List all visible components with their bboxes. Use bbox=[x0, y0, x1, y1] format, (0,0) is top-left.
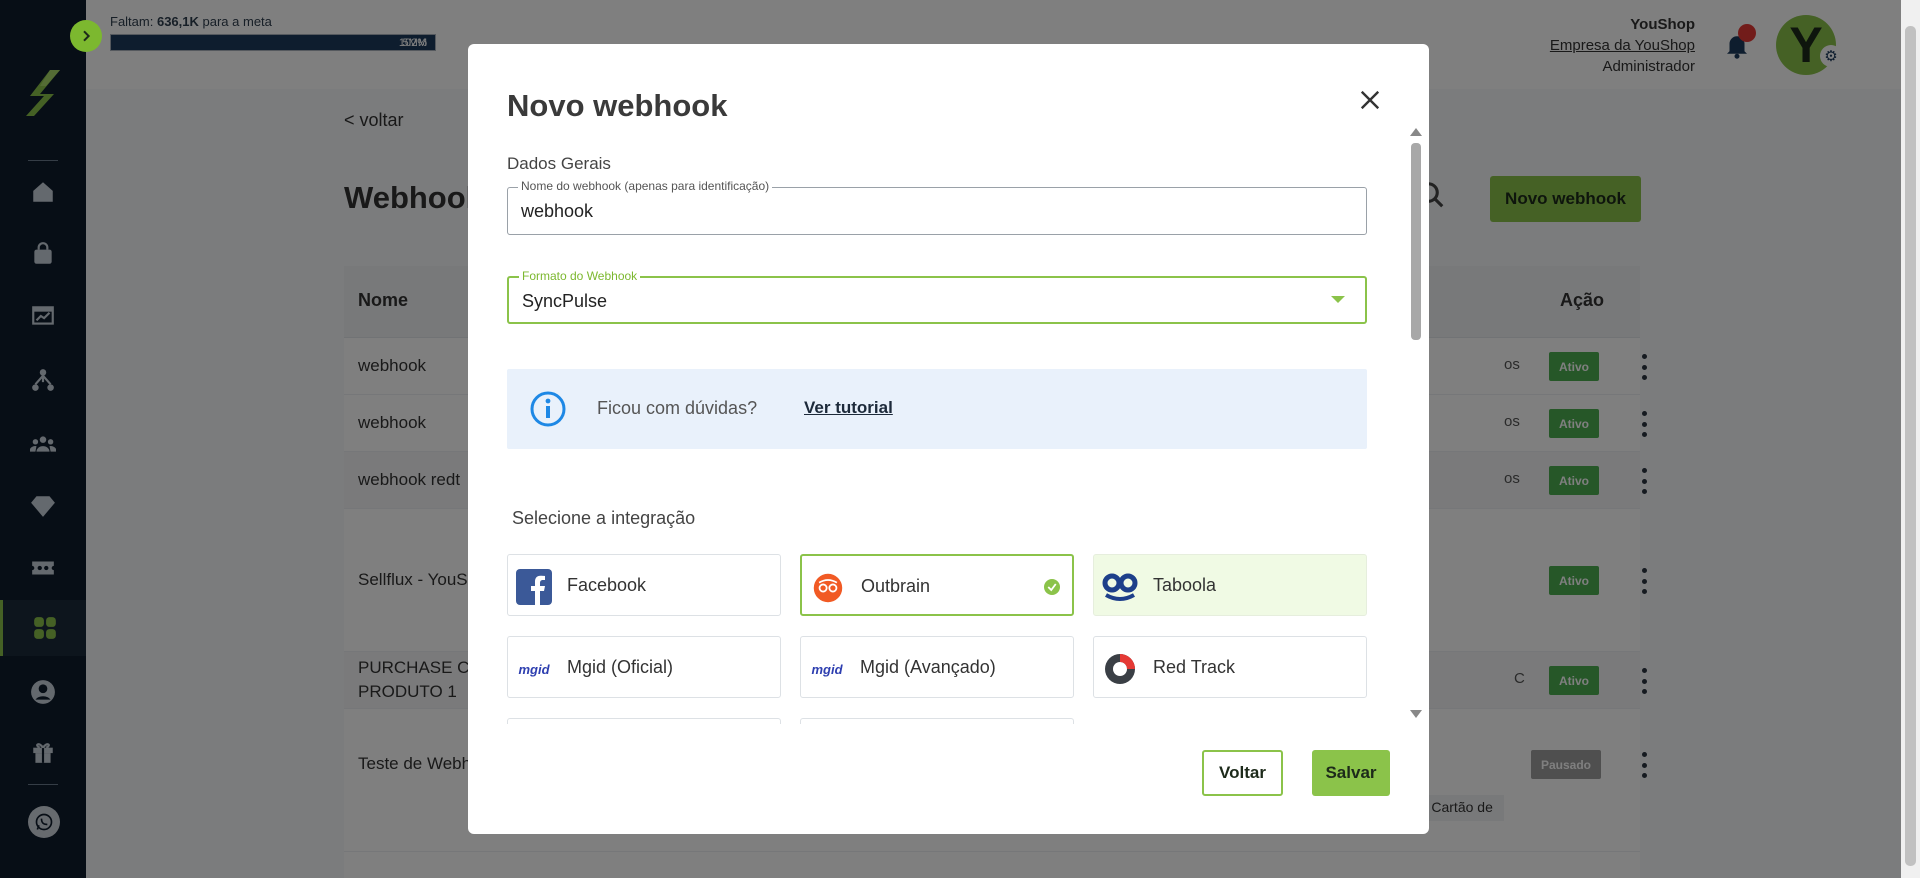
integration-card[interactable] bbox=[800, 718, 1074, 724]
facebook-icon bbox=[516, 569, 552, 605]
modal-title: Novo webhook bbox=[507, 88, 728, 123]
tutorial-question: Ficou com dúvidas? bbox=[597, 398, 758, 418]
back-button[interactable]: Voltar bbox=[1202, 750, 1283, 796]
integration-card-taboola[interactable]: Taboola bbox=[1093, 554, 1367, 616]
scroll-down-arrow-icon[interactable] bbox=[1410, 710, 1422, 718]
taboola-icon bbox=[1102, 569, 1138, 605]
webhook-format-label: Formato do Webhook bbox=[519, 269, 641, 283]
save-button[interactable]: Salvar bbox=[1312, 750, 1390, 796]
integration-label: Mgid (Oficial) bbox=[567, 657, 674, 677]
page-scrollbar-thumb[interactable] bbox=[1905, 26, 1916, 866]
close-icon bbox=[1360, 90, 1380, 110]
webhook-format-value[interactable]: SyncPulse bbox=[522, 291, 607, 312]
page-scrollbar[interactable] bbox=[1901, 0, 1920, 878]
integration-card[interactable] bbox=[507, 718, 781, 724]
integration-label: Mgid (Avançado) bbox=[860, 657, 996, 677]
modal-scrollbar-thumb[interactable] bbox=[1411, 143, 1421, 340]
tutorial-info-box: Ficou com dúvidas? Ver tutorial bbox=[507, 369, 1367, 449]
modal-scrollbar[interactable] bbox=[1410, 128, 1422, 718]
mgid-icon: mgid bbox=[811, 661, 843, 677]
integration-card-mgid-advanced[interactable]: mgid Mgid (Avançado) bbox=[800, 636, 1074, 698]
integration-card-redtrack[interactable]: Red Track bbox=[1093, 636, 1367, 698]
new-webhook-modal: Novo webhook Dados Gerais Nome do webhoo… bbox=[468, 44, 1429, 834]
redtrack-icon bbox=[1102, 651, 1138, 687]
integration-card-outbrain[interactable]: Outbrain bbox=[800, 554, 1074, 616]
tutorial-link[interactable]: Ver tutorial bbox=[804, 398, 893, 418]
check-circle-icon bbox=[1044, 579, 1060, 595]
webhook-format-select[interactable]: Formato do Webhook SyncPulse bbox=[507, 269, 1367, 324]
integration-card-mgid-official[interactable]: mgid Mgid (Oficial) bbox=[507, 636, 781, 698]
scroll-up-arrow-icon[interactable] bbox=[1410, 128, 1422, 136]
mgid-icon: mgid bbox=[518, 661, 550, 677]
chevron-right-icon bbox=[83, 30, 91, 42]
integration-label: Taboola bbox=[1153, 575, 1217, 595]
integration-label: Outbrain bbox=[861, 576, 931, 596]
close-button[interactable] bbox=[1356, 86, 1384, 114]
integration-section-title: Selecione a integração bbox=[512, 508, 696, 528]
webhook-name-field[interactable]: Nome do webhook (apenas para identificaç… bbox=[507, 179, 1367, 235]
section-title: Dados Gerais bbox=[507, 154, 611, 173]
sidebar-toggle-button[interactable] bbox=[70, 20, 102, 52]
info-icon bbox=[530, 391, 566, 427]
integration-grid: Facebook Outbrain Taboola mgid Mgid (Ofi… bbox=[507, 554, 1377, 724]
caret-down-icon[interactable] bbox=[1331, 296, 1345, 303]
outbrain-icon bbox=[810, 570, 846, 606]
integration-label: Facebook bbox=[567, 575, 647, 595]
webhook-name-label: Nome do webhook (apenas para identificaç… bbox=[518, 179, 773, 193]
integration-card-facebook[interactable]: Facebook bbox=[507, 554, 781, 616]
webhook-name-value[interactable]: webhook bbox=[521, 201, 593, 222]
integration-label: Red Track bbox=[1153, 657, 1236, 677]
